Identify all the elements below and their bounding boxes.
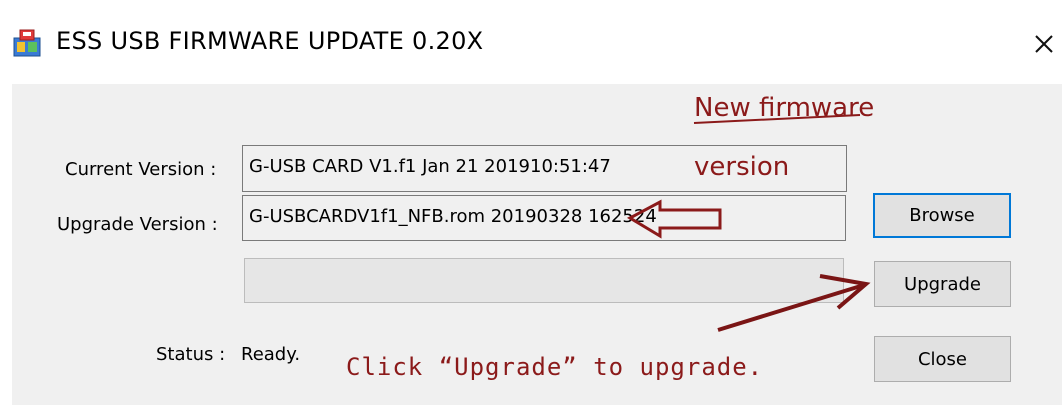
status-label: Status : (156, 344, 226, 365)
browse-button[interactable]: Browse (873, 193, 1011, 238)
installer-icon (13, 29, 41, 57)
status-value: Ready. (241, 344, 301, 365)
close-button[interactable]: Close (874, 336, 1011, 382)
window-title: ESS USB FIRMWARE UPDATE 0.20X (56, 27, 484, 55)
upgrade-button[interactable]: Upgrade (874, 261, 1011, 307)
annotation-click-hint: Click “Upgrade” to upgrade. (346, 353, 764, 381)
current-version-label: Current Version : (65, 159, 217, 180)
upgrade-version-field[interactable]: G-USBCARDV1f1_NFB.rom 20190328 162524 (242, 195, 846, 241)
annotation-new-firmware-line2: version (694, 152, 790, 182)
annotation-new-firmware-line1: New firmware (694, 93, 875, 123)
upgrade-progress-bar (244, 258, 844, 303)
upgrade-version-label: Upgrade Version : (57, 214, 218, 235)
close-icon[interactable] (1030, 28, 1058, 58)
title-bar[interactable]: ESS USB FIRMWARE UPDATE 0.20X (0, 0, 1062, 84)
firmware-update-window: ESS USB FIRMWARE UPDATE 0.20X Current Ve… (0, 0, 1062, 405)
